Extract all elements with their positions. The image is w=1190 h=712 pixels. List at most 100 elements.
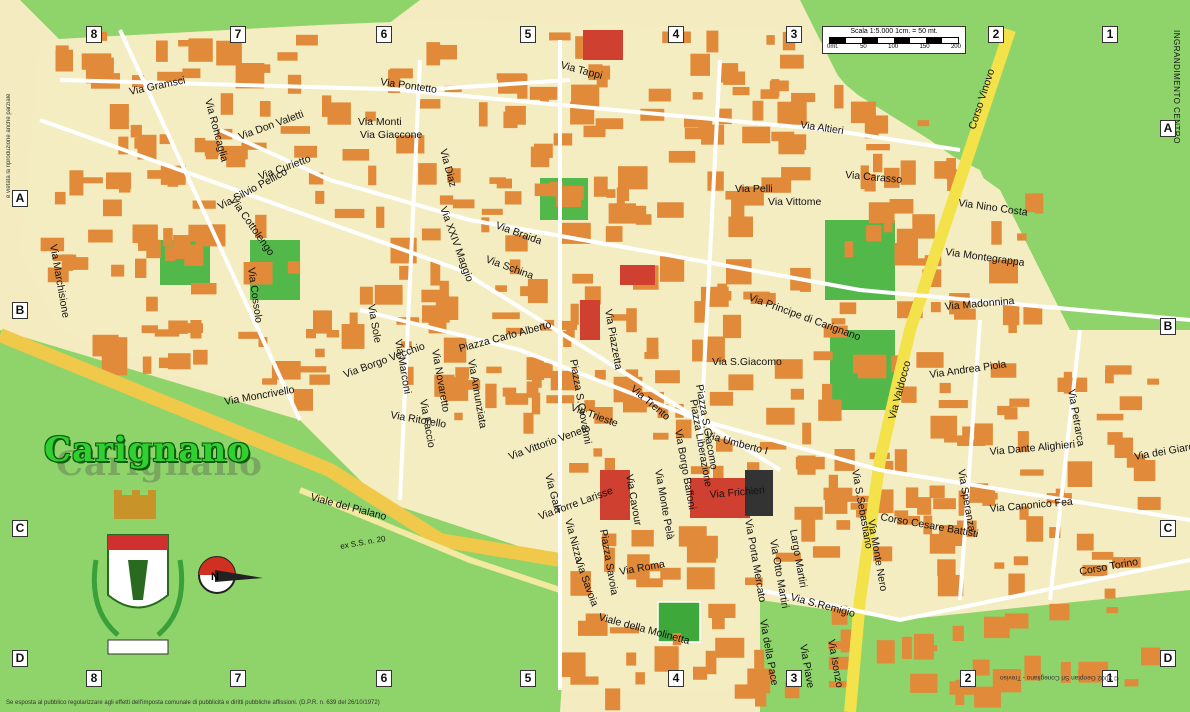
scale-graphic: [829, 37, 959, 44]
building-block: [692, 92, 703, 100]
building-block: [866, 225, 882, 242]
building-block: [492, 312, 520, 319]
grid-column-label: 7: [230, 26, 246, 43]
building-block: [530, 146, 550, 168]
building-block: [896, 228, 918, 245]
building-block: [1049, 603, 1070, 621]
building-block: [194, 137, 206, 153]
grid-column-label: 8: [86, 670, 102, 687]
building-block: [167, 175, 179, 187]
street-label: Via Pelli: [735, 183, 773, 195]
legal-footer: Se esposta al pubblico regolarizzare agl…: [6, 700, 380, 706]
building-block: [930, 415, 957, 439]
building-block: [88, 229, 113, 243]
building-block: [526, 381, 539, 398]
building-block: [142, 356, 152, 374]
building-block: [755, 689, 767, 707]
building-block: [1026, 516, 1044, 542]
building-block: [876, 640, 895, 664]
building-block: [190, 320, 202, 339]
building-block: [220, 93, 234, 115]
building-block: [722, 314, 741, 339]
building-block: [1104, 588, 1116, 599]
building-block: [527, 279, 548, 304]
grid-row-label: D: [1160, 650, 1176, 667]
building-block: [930, 302, 941, 313]
scale-tick: 150: [919, 44, 930, 50]
building-block: [192, 200, 216, 209]
grid-column-label: 3: [786, 670, 802, 687]
grid-row-label: C: [1160, 520, 1176, 537]
building-block: [873, 153, 883, 173]
building-block: [309, 374, 330, 385]
building-block: [916, 352, 944, 368]
building-block: [146, 296, 158, 312]
map-page: Via Pontetto Via Tappi Via Altieri Via Cara…: [0, 0, 1190, 712]
building-block: [293, 389, 313, 411]
building-block: [797, 455, 816, 475]
scale-ticks: 0mt. 50 100 150 200: [827, 44, 961, 50]
building-block: [726, 259, 752, 285]
building-block: [520, 286, 529, 297]
building-block: [929, 485, 945, 498]
building-block: [569, 463, 589, 473]
building-block: [780, 54, 804, 69]
building-block: [653, 432, 669, 440]
building-block: [994, 562, 1005, 569]
building-block: [834, 84, 844, 109]
grid-column-label: 4: [668, 670, 684, 687]
building-block: [715, 637, 745, 658]
building-block: [502, 387, 517, 397]
building-block: [103, 199, 122, 217]
building-block: [478, 102, 488, 127]
building-block: [503, 111, 518, 129]
building-block: [671, 152, 681, 163]
building-block: [646, 337, 659, 359]
building-block: [570, 676, 599, 685]
building-block: [828, 474, 838, 499]
town-title: Carignano: [44, 430, 251, 470]
building-block: [529, 86, 558, 100]
building-block: [421, 289, 442, 303]
street-label: Via Giaccone: [360, 129, 422, 141]
building-block: [708, 603, 736, 618]
building-block: [605, 688, 621, 711]
building-block: [812, 546, 841, 558]
building-block: [1020, 469, 1044, 476]
grid-column-label: 5: [520, 26, 536, 43]
grid-row-label: A: [12, 190, 28, 207]
building-block: [631, 530, 654, 547]
building-block: [626, 652, 637, 666]
building-block: [839, 302, 857, 315]
building-block: [778, 137, 805, 155]
building-block: [1147, 378, 1160, 385]
scale-text: Scala 1:5.000 1cm. = 50 mt.: [850, 28, 938, 35]
scale-bar: Scala 1:5.000 1cm. = 50 mt. 0mt. 50 100 …: [822, 26, 966, 54]
building-block: [1105, 365, 1132, 375]
building-block: [92, 334, 119, 357]
building-block: [937, 559, 956, 576]
building-block: [1091, 551, 1114, 560]
building-block: [766, 35, 775, 45]
building-block: [1017, 233, 1027, 241]
building-block: [694, 535, 718, 559]
building-block: [813, 351, 833, 361]
building-block: [481, 208, 503, 215]
building-block: [655, 370, 680, 384]
building-block: [636, 578, 663, 588]
building-block: [182, 68, 201, 79]
grid-column-label: 7: [230, 670, 246, 687]
building-block: [790, 388, 804, 400]
north-arrow-icon: N: [198, 556, 263, 594]
building-block: [156, 40, 168, 62]
building-block: [376, 206, 385, 228]
scale-tick: 50: [860, 44, 867, 50]
building-block: [884, 220, 893, 233]
building-block: [216, 40, 242, 66]
building-block: [593, 176, 608, 197]
building-block: [692, 339, 703, 362]
scale-tick: 200: [950, 44, 961, 50]
building-block: [700, 286, 729, 307]
building-block: [168, 353, 191, 370]
building-block: [496, 73, 527, 80]
